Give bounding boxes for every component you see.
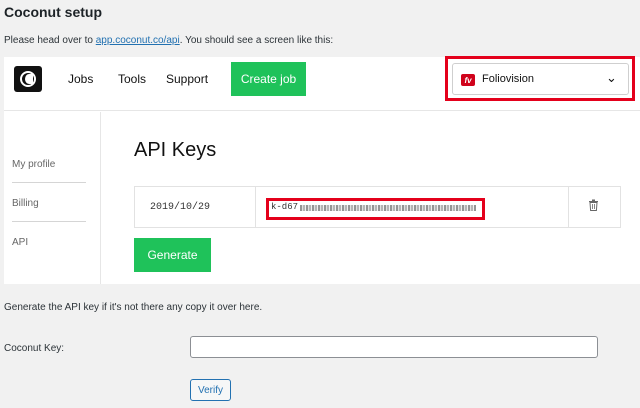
api-key-redacted [300,205,476,211]
key-date-cell: 2019/10/29 [135,187,256,227]
coconut-key-label: Coconut Key: [4,343,65,354]
intro-suffix: . You should see a screen like this: [179,35,334,46]
app-sidebar: My profile Billing API [4,112,101,284]
app-topbar: Jobs Tools Support Create job fv Foliovi… [4,56,640,111]
api-key-value: k-d67 [271,202,299,212]
page-title: Coconut setup [4,4,102,20]
sidebar-divider [12,221,86,222]
sidebar-item-my-profile: My profile [12,159,56,170]
api-keys-heading: API Keys [134,139,217,161]
key-date: 2019/10/29 [150,202,211,213]
generate-button: Generate [134,238,211,272]
foliovision-logo-icon: fv [461,74,475,86]
coconut-api-link[interactable]: app.coconut.co/api [96,35,180,46]
sidebar-item-billing: Billing [12,198,39,209]
sidebar-divider [12,182,86,183]
nav-support: Support [166,72,209,86]
verify-button[interactable]: Verify [190,379,231,401]
nav-tools: Tools [118,72,147,86]
account-dropdown: fv Foliovision ⌄ [452,63,629,95]
sidebar-item-api: API [12,237,29,248]
coconut-logo-icon [14,66,42,92]
instruction-note: Generate the API key if it's not there a… [4,302,263,313]
create-job-button: Create job [231,62,306,96]
api-key-row: 2019/10/29 k-d67 [134,186,621,228]
reference-screenshot: Jobs Tools Support Create job fv Foliovi… [4,56,640,284]
cell-divider [568,187,569,227]
trash-icon [588,199,602,213]
intro-prefix: Please head over to [4,35,96,46]
account-name: Foliovision [482,73,534,85]
nav-jobs: Jobs [68,72,94,86]
chevron-down-icon: ⌄ [606,70,617,85]
coconut-key-input[interactable] [190,336,598,358]
intro-text: Please head over to app.coconut.co/api. … [4,35,333,46]
